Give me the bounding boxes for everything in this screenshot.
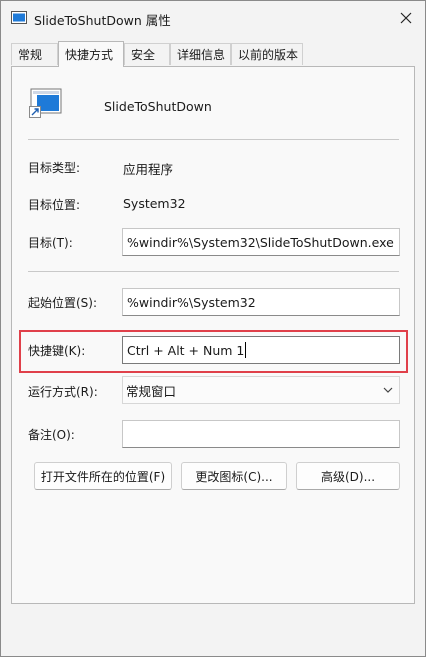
target-location-label: 目标位置: <box>28 198 81 212</box>
hotkey-input-text: Ctrl + Alt + Num 1 <box>127 342 245 358</box>
separator <box>28 271 399 272</box>
close-icon <box>400 12 412 24</box>
shortcut-panel: SlideToShutDown 目标类型: 应用程序 目标位置: System3… <box>11 66 415 604</box>
open-file-location-button[interactable]: 打开文件所在的位置(F) <box>34 462 172 490</box>
comment-input[interactable] <box>122 420 400 448</box>
tab-general[interactable]: 常规 <box>11 43 58 65</box>
start-in-input-text: %windir%\System32 <box>127 294 256 310</box>
tab-previous-versions[interactable]: 以前的版本 <box>231 43 303 65</box>
close-button[interactable] <box>393 5 419 31</box>
hotkey-label: 快捷键(K): <box>28 344 86 358</box>
run-dropdown[interactable]: 常规窗口 <box>122 376 400 404</box>
target-type-label: 目标类型: <box>28 161 81 175</box>
chevron-down-icon <box>383 387 393 393</box>
target-input-text: %windir%\System32\SlideToShutDown.exe <box>127 234 394 250</box>
window-app-icon <box>11 11 27 24</box>
text-caret <box>245 342 247 358</box>
window-title: SlideToShutDown 属性 <box>34 13 171 28</box>
tab-details[interactable]: 详细信息 <box>170 43 231 65</box>
properties-window: SlideToShutDown 属性 常规 快捷方式 安全 详细信息 以前的版本… <box>0 0 426 657</box>
tab-security[interactable]: 安全 <box>124 43 170 65</box>
comment-label: 备注(O): <box>28 428 75 442</box>
shortcut-name: SlideToShutDown <box>104 99 212 114</box>
run-dropdown-value: 常规窗口 <box>126 383 177 399</box>
run-label: 运行方式(R): <box>28 385 98 399</box>
separator <box>28 139 399 140</box>
start-in-label: 起始位置(S): <box>28 296 98 310</box>
tab-shortcut[interactable]: 快捷方式 <box>58 41 124 67</box>
hotkey-input[interactable]: Ctrl + Alt + Num 1 <box>122 336 400 364</box>
advanced-button[interactable]: 高级(D)... <box>296 462 400 490</box>
start-in-input[interactable]: %windir%\System32 <box>122 288 400 316</box>
target-label: 目标(T): <box>28 236 73 250</box>
target-input[interactable]: %windir%\System32\SlideToShutDown.exe <box>122 228 400 256</box>
shortcut-icon <box>29 88 62 118</box>
target-type-value: 应用程序 <box>123 162 174 177</box>
target-location-value: System32 <box>123 196 186 211</box>
change-icon-button[interactable]: 更改图标(C)... <box>181 462 287 490</box>
title-bar[interactable]: SlideToShutDown 属性 <box>1 1 425 35</box>
